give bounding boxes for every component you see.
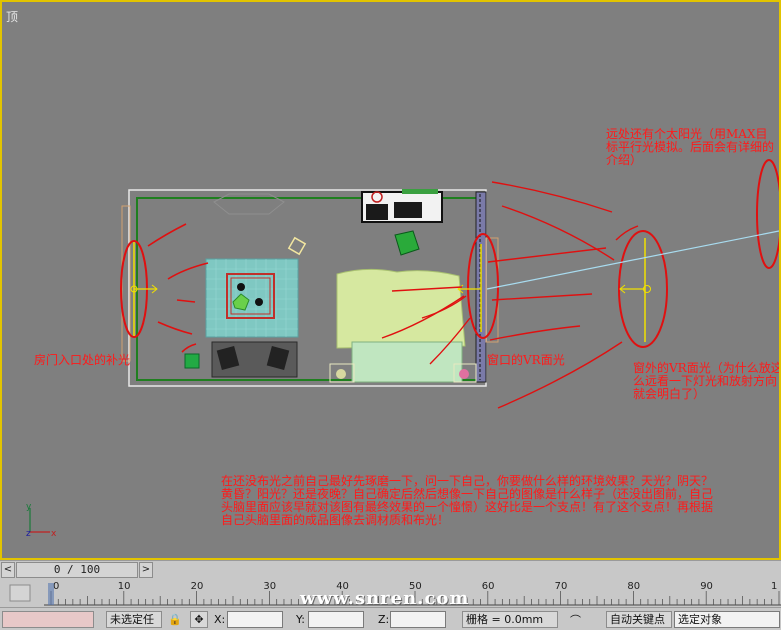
ruler-tick-label: 20 xyxy=(191,581,204,592)
annotation-window-light: 窗口的VR面光 xyxy=(487,353,565,367)
transform-mode-icon[interactable]: ✥ xyxy=(190,611,208,628)
x-coordinate-field[interactable] xyxy=(227,611,283,628)
ruler-tick-label: 30 xyxy=(263,581,276,592)
track-filter-icon xyxy=(9,584,31,602)
annotation-door-fill: 房门入口处的补光 xyxy=(34,353,131,367)
ruler-tick-label: 60 xyxy=(482,581,495,592)
sun-light-ellipse xyxy=(756,159,779,269)
annotation-sun: 远处还有个太阳光（用MAX目标平行光模拟。后面会有详细的介绍） xyxy=(606,127,775,167)
ruler-tick-label: 90 xyxy=(700,581,713,592)
current-frame-marker xyxy=(48,583,54,605)
time-slider[interactable]: 0 / 100 xyxy=(16,562,138,578)
axis-y-label: y xyxy=(26,502,32,512)
ruler-tick-label: 1 xyxy=(771,581,777,592)
ruler-tick-label: 10 xyxy=(118,581,131,592)
selected-objects-dropdown[interactable]: 选定对象 xyxy=(674,611,780,628)
script-listener-box[interactable] xyxy=(2,611,94,628)
z-coordinate-field[interactable] xyxy=(390,611,446,628)
selection-status: 未选定任 xyxy=(106,611,162,628)
axis-x-label: x xyxy=(51,529,57,539)
axis-tripod xyxy=(29,508,50,533)
sun-direction-line xyxy=(486,230,779,290)
timeline-next-button[interactable]: > xyxy=(139,562,153,578)
grid-status: 栅格 = 0.0mm xyxy=(462,611,558,628)
lamp-table xyxy=(287,236,307,256)
annotation-main-note: 在还没布光之前自己最好先琢磨一下，问一下自己，你要做什么样的环境效果？天光？阴天… xyxy=(221,474,714,527)
time-slider-bar: < 0 / 100 > xyxy=(0,560,781,580)
y-label: Y: xyxy=(296,613,305,626)
z-label: Z: xyxy=(378,613,390,626)
carpet xyxy=(205,258,299,338)
axis-z-label: z xyxy=(26,529,31,539)
annotation-outside-light: 窗外的VR面光（为什么放这么远看一下灯光和放射方向就会明白了） xyxy=(633,361,781,401)
timeline-prev-button[interactable]: < xyxy=(1,562,15,578)
auto-key-button[interactable]: 自动关键点 xyxy=(606,611,672,628)
x-label: X: xyxy=(214,613,226,626)
status-bar: 未选定任 🔒 ✥ X: Y: Z: 栅格 = 0.0mm ⌒ 自动关键点 选定对… xyxy=(0,607,781,630)
lock-icon[interactable]: 🔒 xyxy=(168,613,182,626)
key-icon[interactable]: ⌒ xyxy=(570,612,581,628)
y-coordinate-field[interactable] xyxy=(308,611,364,628)
ruler-tick-label: 70 xyxy=(555,581,568,592)
watermark: www.snren.com xyxy=(300,588,470,609)
ruler-tick-label: 80 xyxy=(627,581,640,592)
top-viewport[interactable]: 顶 y z x 远处还有个太阳光（用MAX目标平行光模拟。后面会有详细的介绍） … xyxy=(0,0,781,560)
